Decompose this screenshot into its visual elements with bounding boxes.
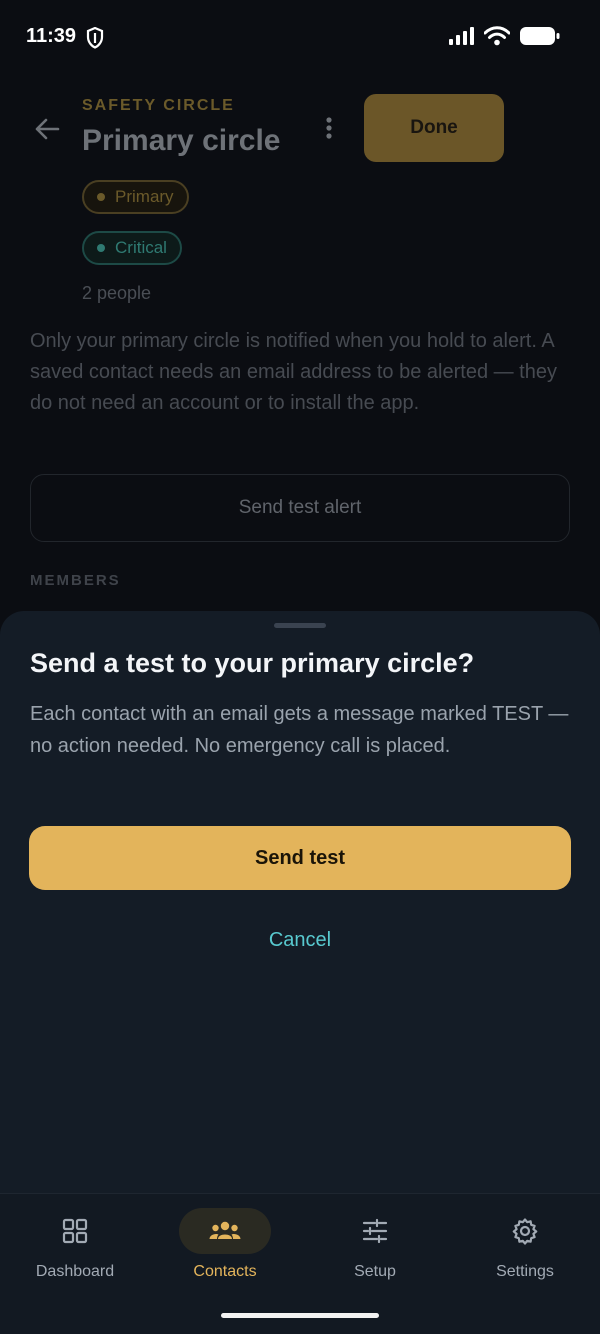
page-title: Primary circle bbox=[82, 124, 281, 157]
members-section-label: MEMBERS bbox=[30, 572, 121, 589]
sheet-body: Each contact with an email gets a messag… bbox=[30, 703, 569, 757]
section-overline: SAFETY CIRCLE bbox=[82, 97, 235, 114]
status-indicators bbox=[448, 26, 560, 46]
cancel-button[interactable]: Cancel bbox=[200, 922, 400, 958]
nav-label: Setup bbox=[354, 1263, 396, 1280]
more-options-icon[interactable] bbox=[318, 114, 340, 144]
tag-dot bbox=[97, 193, 105, 201]
tag-label: Primary bbox=[115, 187, 174, 206]
battery-icon bbox=[520, 27, 560, 45]
sheet-title: Send a test to your primary circle? bbox=[30, 648, 475, 678]
nav-label: Settings bbox=[496, 1263, 554, 1280]
people-icon bbox=[209, 1221, 241, 1239]
nav-item-dashboard[interactable]: Dashboard bbox=[0, 1207, 150, 1287]
nav-item-contacts[interactable]: Contacts bbox=[150, 1207, 300, 1287]
gear-icon bbox=[512, 1218, 538, 1245]
send-test-button[interactable]: Send test bbox=[29, 826, 571, 890]
tag-primary: Primary bbox=[82, 180, 189, 214]
wifi-icon bbox=[484, 26, 510, 46]
nav-label: Contacts bbox=[193, 1263, 257, 1280]
grid-icon bbox=[62, 1218, 88, 1244]
sheet-drag-handle[interactable] bbox=[274, 623, 326, 628]
status-time: 11:39 bbox=[26, 25, 77, 47]
tag-dot bbox=[97, 244, 105, 252]
send-test-alert-button[interactable]: Send test alert bbox=[30, 474, 570, 542]
shield-icon bbox=[86, 27, 104, 49]
sliders-icon bbox=[362, 1218, 388, 1244]
circle-description: Only your primary circle is notified whe… bbox=[30, 330, 557, 414]
nav-label: Dashboard bbox=[35, 1263, 115, 1280]
done-button[interactable]: Done bbox=[364, 94, 504, 162]
signal-icon bbox=[449, 27, 474, 45]
back-arrow-icon[interactable] bbox=[30, 112, 64, 146]
tag-critical: Critical bbox=[82, 231, 182, 265]
home-indicator bbox=[221, 1313, 379, 1318]
people-count: 2 people bbox=[82, 283, 152, 303]
nav-item-settings[interactable]: Settings bbox=[450, 1207, 600, 1287]
nav-item-setup[interactable]: Setup bbox=[300, 1207, 450, 1287]
tag-label: Critical bbox=[115, 238, 167, 257]
